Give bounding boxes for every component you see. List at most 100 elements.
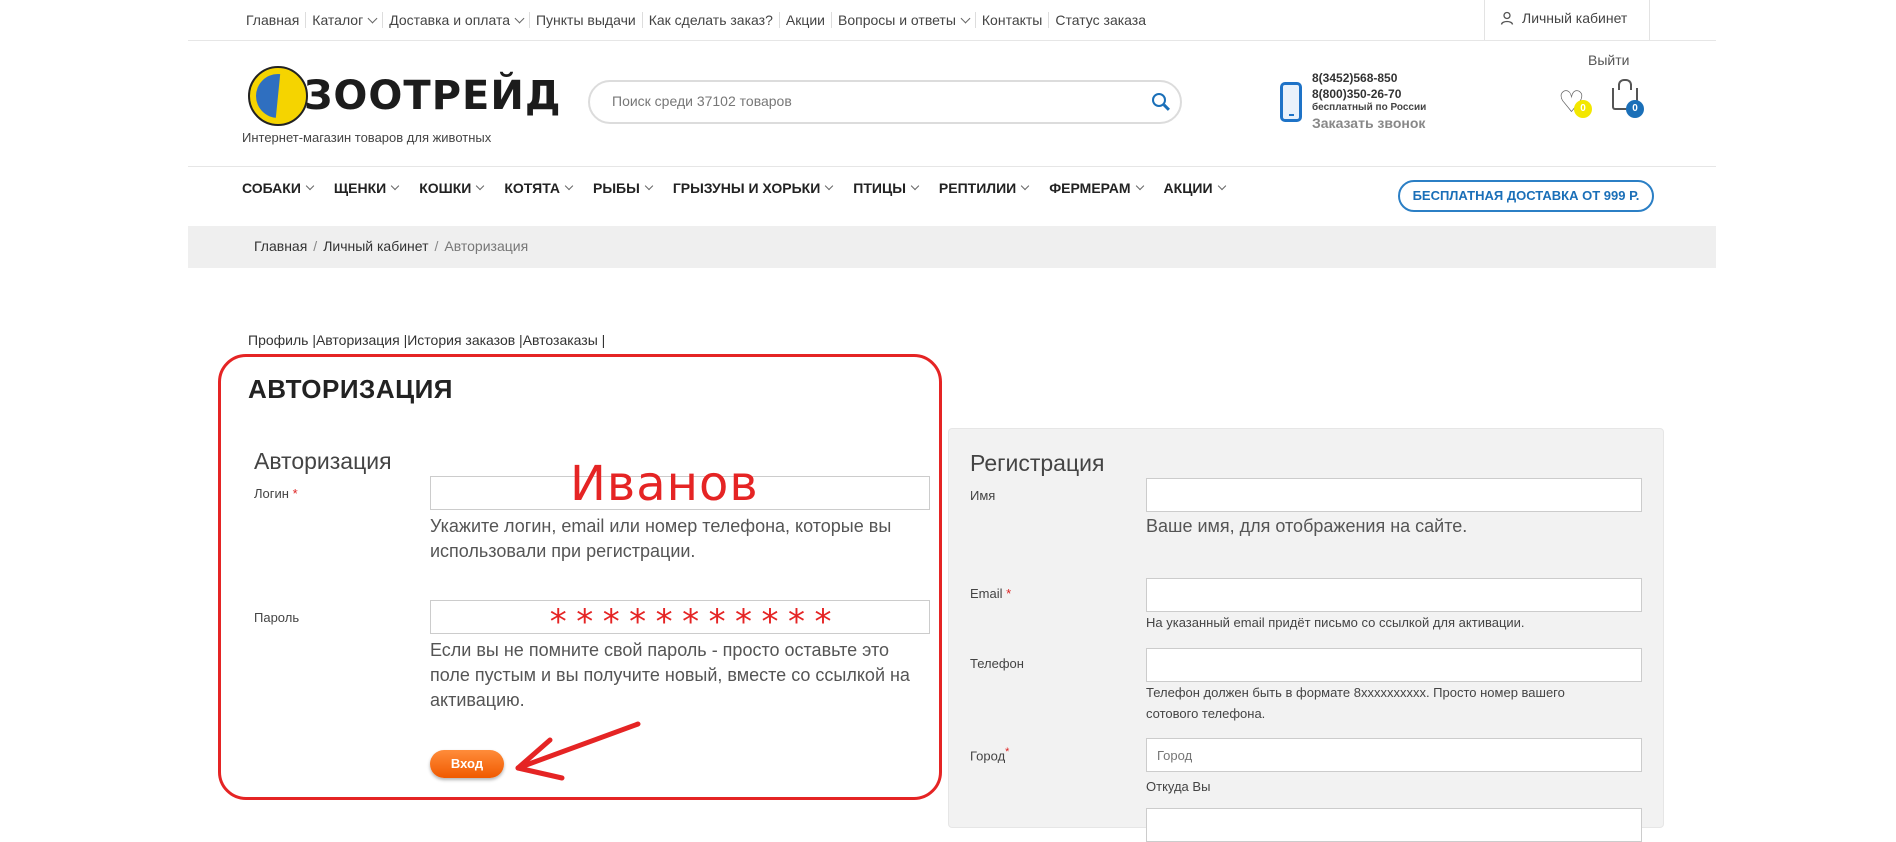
topnav-delivery[interactable]: Доставка и оплата [383,12,530,28]
breadcrumb-separator: / [313,238,318,254]
topnav-faq[interactable]: Вопросы и ответы [832,12,976,28]
topnav-label: Доставка и оплата [389,12,510,28]
nav-kittens[interactable]: КОТЯТА [504,180,574,196]
name-hint: Ваше имя, для отображения на сайте. [1146,516,1468,536]
next-field[interactable] [1146,808,1642,842]
topnav-label: Как сделать заказ? [648,12,773,28]
logo-emblem-icon [248,66,308,126]
search-icon[interactable] [1152,93,1166,107]
city-label: Город* [970,746,1009,763]
profile-tabs[interactable]: Профиль |Авторизация |История заказов |А… [248,332,605,348]
topnav-how-to-order[interactable]: Как сделать заказ? [643,12,780,28]
phone-number-local[interactable]: 8(3452)568-850 [1312,70,1426,86]
chevron-down-icon [514,13,525,23]
nav-label: СОБАКИ [242,180,301,196]
smartphone-icon [1280,82,1302,122]
topnav-home[interactable]: Главная [246,12,307,28]
name-label: Имя [970,488,996,503]
registration-section-title: Регистрация [970,450,1105,476]
topnav-promos[interactable]: Акции [780,12,832,28]
phone-field[interactable] [1146,648,1642,682]
category-navigation: СОБАКИ ЩЕНКИ КОШКИ КОТЯТА РЫБЫ ГРЫЗУНЫ И… [242,180,1246,196]
chevron-down-icon [1217,181,1226,191]
user-icon [1500,11,1514,25]
nav-rodents[interactable]: ГРЫЗУНЫ И ХОРЬКИ [672,180,834,196]
topnav-pickup[interactable]: Пункты выдачи [530,12,643,28]
search-bar [588,80,1182,124]
nav-label: ФЕРМЕРАМ [1049,180,1131,196]
breadcrumb-cabinet[interactable]: Личный кабинет [323,238,428,254]
required-marker: * [1005,746,1010,758]
topnav-label: Акции [785,12,825,28]
wishlist-count-badge: 0 [1574,100,1592,118]
chevron-down-icon [476,181,485,191]
required-marker: * [1006,586,1012,601]
phone-block: 8(3452)568-850 8(800)350-26-70 бесплатны… [1312,70,1426,131]
chevron-down-icon [367,13,378,23]
nav-label: КОТЯТА [504,180,561,196]
annotation-frame [218,354,942,800]
nav-dogs[interactable]: СОБАКИ [242,180,315,196]
nav-label: ГРЫЗУНЫ И ХОРЬКИ [672,180,821,196]
city-label-text: Город [970,748,1006,764]
logout-link[interactable]: Выйти [1588,52,1629,68]
email-field[interactable] [1146,578,1642,612]
nav-label: АКЦИИ [1163,180,1213,196]
nav-cats[interactable]: КОШКИ [419,180,485,196]
site-logo[interactable]: ЗООТРЕЙД [248,66,561,126]
topnav-catalog[interactable]: Каталог [306,12,384,28]
chevron-down-icon [390,181,400,191]
topnav-label: Главная [246,12,300,28]
nav-farmers[interactable]: ФЕРМЕРАМ [1049,180,1144,196]
nav-label: РЫБЫ [593,180,640,196]
divider [188,40,1716,41]
phone-label: Телефон [970,656,1024,671]
phone-hint: Телефон должен быть в формате 8xxxxxxxxx… [1146,685,1565,721]
divider [188,166,1716,167]
chevron-down-icon [910,181,920,191]
breadcrumb-separator: / [434,238,439,254]
topnav-order-status[interactable]: Статус заказа [1049,12,1152,28]
site-tagline: Интернет-магазин товаров для животных [242,130,492,145]
nav-birds[interactable]: ПТИЦЫ [853,180,920,196]
logo-text: ЗООТРЕЙД [304,73,562,119]
chevron-down-icon [564,181,574,191]
nav-label: ЩЕНКИ [333,180,387,196]
chevron-down-icon [1020,181,1030,191]
chevron-down-icon [1135,181,1144,191]
city-hint: Откуда Вы [1146,779,1211,794]
breadcrumb-home[interactable]: Главная [254,238,307,254]
nav-label: РЕПТИЛИИ [938,180,1017,196]
topnav-label: Статус заказа [1055,12,1146,28]
email-label-text: Email [970,586,1003,601]
topnav-contacts[interactable]: Контакты [976,12,1050,28]
nav-fish[interactable]: РЫБЫ [593,180,654,196]
cabinet-label: Личный кабинет [1522,10,1628,26]
name-field[interactable] [1146,478,1642,512]
callback-link[interactable]: Заказать звонок [1312,115,1426,131]
chevron-down-icon [644,181,654,191]
chevron-down-icon [825,181,834,191]
phone-note: бесплатный по России [1312,102,1427,113]
topnav-label: Пункты выдачи [535,12,636,28]
city-field[interactable] [1146,738,1642,772]
nav-promos[interactable]: АКЦИИ [1163,180,1226,196]
personal-cabinet-link[interactable]: Личный кабинет [1500,10,1627,26]
topnav-label: Вопросы и ответы [837,12,956,28]
breadcrumb: Главная / Личный кабинет / Авторизация [254,238,528,254]
nav-label: ПТИЦЫ [853,180,906,196]
phone-number-free[interactable]: 8(800)350-26-70 [1312,86,1426,102]
chevron-down-icon [960,13,971,23]
top-navigation: Главная Каталог Доставка и оплата Пункты… [246,8,1152,32]
nav-reptiles[interactable]: РЕПТИЛИИ [938,180,1030,196]
topnav-label: Контакты [981,12,1043,28]
email-label: Email * [970,586,1011,601]
breadcrumb-current: Авторизация [444,238,529,254]
email-hint: На указанный email придёт письмо со ссыл… [1146,615,1525,630]
topnav-label: Каталог [312,12,364,28]
cart-count-badge: 0 [1626,100,1644,118]
nav-label: КОШКИ [419,180,472,196]
nav-puppies[interactable]: ЩЕНКИ [333,180,400,196]
search-input[interactable] [610,92,1134,110]
free-shipping-badge[interactable]: БЕСПЛАТНАЯ ДОСТАВКА ОТ 999 Р. [1398,180,1654,212]
